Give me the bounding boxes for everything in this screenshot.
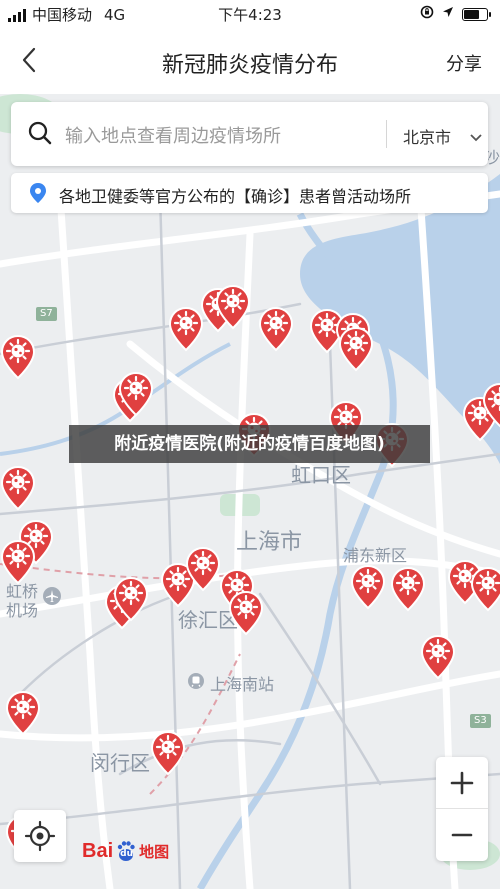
virus-marker-icon[interactable] — [390, 566, 426, 612]
rotation-lock-icon — [420, 5, 434, 23]
logo-du: du — [120, 849, 133, 859]
virus-marker-icon[interactable] — [0, 334, 36, 380]
info-text: 各地卫健委等官方公布的【确诊】患者曾活动场所 — [59, 187, 412, 206]
virus-marker-icon[interactable] — [420, 634, 456, 680]
virus-marker-icon[interactable] — [258, 306, 294, 352]
plus-icon — [450, 771, 474, 795]
virus-marker-icon[interactable] — [228, 590, 264, 636]
locate-icon — [24, 820, 56, 852]
search-divider — [386, 120, 387, 148]
map-label-south-station: 上海南站 — [210, 675, 275, 694]
battery-icon — [462, 7, 491, 21]
logo-map: 地图 — [139, 842, 170, 861]
train-station-icon — [187, 672, 205, 694]
page-title: 新冠肺炎疫情分布 — [161, 53, 338, 78]
virus-marker-icon[interactable] — [150, 730, 186, 776]
paw-icon: du — [115, 840, 137, 862]
info-banner[interactable]: 各地卫健委等官方公布的【确诊】患者曾活动场所 — [11, 173, 488, 213]
virus-marker-icon[interactable] — [350, 564, 386, 610]
virus-marker-icon[interactable] — [482, 382, 500, 428]
map-label-pudong: 浦东新区 — [343, 546, 408, 565]
highway-shield-s7: S7 — [36, 307, 57, 321]
location-arrow-icon — [442, 6, 454, 22]
nav-bar: 新冠肺炎疫情分布 分享 — [0, 28, 500, 94]
search-icon — [27, 120, 53, 150]
virus-marker-icon[interactable] — [0, 465, 36, 511]
image-caption: 附近疫情医院(附近的疫情百度地图) — [69, 425, 430, 463]
virus-marker-icon[interactable] — [0, 539, 36, 585]
zoom-out-button[interactable] — [436, 809, 488, 861]
map-label-shanghai: 上海市 — [236, 530, 303, 555]
virus-marker-icon[interactable] — [168, 306, 204, 352]
highway-shield-s3: S3 — [470, 714, 491, 728]
map-label-minhang: 闵行区 — [90, 751, 150, 775]
map-view[interactable] — [0, 94, 500, 889]
logo-bai: Bai — [82, 839, 114, 862]
minus-icon — [451, 833, 473, 837]
location-pin-icon — [27, 182, 49, 208]
virus-marker-icon[interactable] — [185, 546, 221, 592]
zoom-controls — [436, 757, 488, 861]
virus-marker-icon[interactable] — [5, 690, 41, 736]
baidu-logo: Bai du 地图 — [82, 836, 169, 866]
search-input[interactable]: 输入地点查看周边疫情场所 — [65, 122, 281, 148]
virus-marker-icon[interactable] — [470, 566, 500, 612]
share-button[interactable]: 分享 — [446, 50, 482, 76]
virus-marker-icon[interactable] — [215, 284, 251, 330]
locate-button[interactable] — [14, 810, 66, 862]
virus-marker-icon[interactable] — [338, 326, 374, 372]
virus-marker-icon[interactable] — [118, 371, 154, 417]
zoom-in-button[interactable] — [436, 757, 488, 809]
airport-icon — [42, 586, 62, 610]
virus-marker-icon[interactable] — [113, 576, 149, 622]
city-selector[interactable]: 北京市 — [403, 124, 451, 148]
search-bar[interactable]: 输入地点查看周边疫情场所 北京市 — [11, 102, 488, 166]
chevron-down-icon[interactable] — [469, 128, 483, 147]
map-base-layer — [0, 94, 500, 889]
status-bar: 中国移动 4G 下午4:23 — [0, 0, 500, 28]
map-label-hongkou: 虹口区 — [291, 463, 351, 487]
map-label-airport: 机场 — [6, 601, 39, 620]
